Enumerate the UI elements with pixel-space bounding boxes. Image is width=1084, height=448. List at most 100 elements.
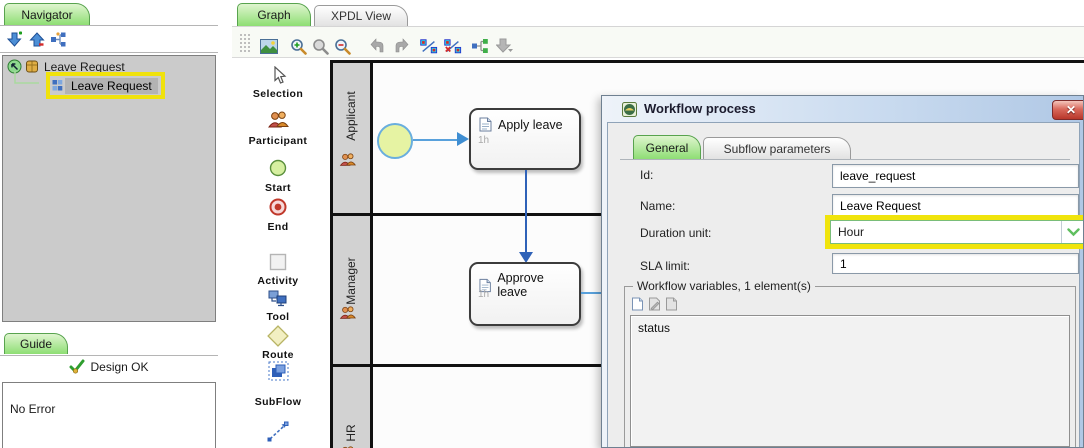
activity-node-approve-leave[interactable]: Approve leave 1h bbox=[469, 262, 581, 326]
lane-label-hr[interactable]: HR bbox=[344, 373, 358, 448]
app-window: Navigator bbox=[0, 0, 1084, 448]
sla-limit-label: SLA limit: bbox=[640, 259, 690, 273]
arrowhead-right bbox=[457, 132, 469, 146]
workflow-variables-list[interactable]: status bbox=[630, 315, 1070, 447]
palette-subflow-tool[interactable] bbox=[236, 361, 320, 381]
add-child-icon[interactable] bbox=[6, 30, 24, 48]
palette-end-tool[interactable] bbox=[236, 198, 320, 216]
sla-limit-field[interactable]: 1 bbox=[832, 253, 1079, 274]
activity-label: Apply leave bbox=[498, 118, 563, 132]
dialog-tab-subflow-label: Subflow parameters bbox=[724, 142, 831, 156]
subflow-icon bbox=[268, 361, 289, 381]
dialog-app-icon bbox=[622, 102, 637, 117]
palette-selection-tool[interactable] bbox=[236, 66, 320, 85]
transition-arrow-icon bbox=[266, 421, 290, 443]
palette-transition-tool[interactable] bbox=[236, 421, 320, 443]
tree-layout-icon bbox=[471, 38, 489, 54]
undo-arrow-icon bbox=[370, 38, 387, 55]
route-diamond-icon bbox=[266, 324, 290, 348]
dropdown-button[interactable] bbox=[1061, 221, 1084, 243]
edit-variable-icon[interactable] bbox=[648, 297, 661, 311]
activity-node-apply-leave[interactable]: Apply leave 1h bbox=[469, 108, 581, 170]
lane-participant-icon bbox=[339, 306, 356, 320]
magnifier-plus-icon bbox=[290, 38, 307, 55]
palette-activity-tool[interactable] bbox=[236, 253, 320, 271]
guide-tab-label: Guide bbox=[20, 337, 52, 351]
palette-tool-label: Tool bbox=[232, 311, 324, 323]
start-event-node[interactable] bbox=[377, 123, 413, 159]
tool-computers-icon bbox=[268, 289, 288, 307]
activity-square-icon bbox=[269, 253, 287, 271]
tree-child-item[interactable]: Leave Request bbox=[65, 78, 158, 94]
remove-item-icon[interactable] bbox=[27, 30, 45, 48]
navigator-tab[interactable]: Navigator bbox=[4, 3, 90, 25]
layout-tree-icon[interactable] bbox=[471, 37, 489, 55]
name-value: Leave Request bbox=[840, 199, 921, 213]
nodes-link-icon bbox=[420, 38, 438, 55]
palette-tool-tool[interactable] bbox=[236, 289, 320, 307]
id-field[interactable]: leave_request bbox=[832, 164, 1079, 188]
id-value: leave_request bbox=[840, 169, 915, 183]
end-circle-icon bbox=[269, 198, 287, 216]
divider bbox=[0, 355, 218, 356]
sla-limit-value: 1 bbox=[840, 257, 847, 271]
close-button[interactable]: ✕ bbox=[1052, 100, 1084, 120]
nodes-unlink-icon bbox=[444, 38, 462, 55]
transition-apply-approve[interactable] bbox=[525, 170, 527, 253]
palette-start-label: Start bbox=[232, 182, 324, 194]
activity-duration: 1h bbox=[478, 289, 489, 300]
tab-xpdl-label: XPDL View bbox=[331, 9, 391, 23]
toolbar-drag-handle[interactable] bbox=[239, 33, 252, 53]
cursor-icon bbox=[270, 66, 287, 85]
tab-graph-label: Graph bbox=[257, 8, 290, 22]
export-flow-icon[interactable] bbox=[496, 37, 514, 55]
activity-duration: 1h bbox=[478, 135, 489, 146]
undo-icon[interactable] bbox=[369, 37, 387, 55]
design-status: Design OK bbox=[0, 359, 218, 374]
palette-activity-label: Activity bbox=[232, 275, 324, 287]
redo-icon[interactable] bbox=[391, 37, 409, 55]
dialog-tab-general[interactable]: General bbox=[633, 135, 701, 159]
delete-variable-icon[interactable] bbox=[665, 297, 678, 311]
tree-structure-icon bbox=[50, 31, 67, 48]
transition-start-apply[interactable] bbox=[413, 139, 458, 141]
guide-message: No Error bbox=[10, 402, 55, 416]
dialog-tab-subflow[interactable]: Subflow parameters bbox=[703, 137, 851, 159]
new-variable-icon[interactable] bbox=[631, 297, 644, 311]
subprocess-icon bbox=[52, 79, 63, 92]
lane-participant-icon bbox=[339, 153, 356, 167]
design-status-text: Design OK bbox=[90, 360, 148, 374]
zoom-reset-icon[interactable] bbox=[311, 37, 329, 55]
transition-approve-out[interactable] bbox=[581, 292, 603, 294]
zoom-in-icon[interactable] bbox=[289, 37, 307, 55]
name-label: Name: bbox=[640, 199, 675, 213]
palette-start-tool[interactable] bbox=[236, 159, 320, 177]
tab-graph[interactable]: Graph bbox=[237, 3, 311, 26]
guide-message-box: No Error bbox=[2, 382, 216, 448]
lane-label-manager[interactable]: Manager bbox=[344, 221, 358, 341]
graph-toolbar bbox=[232, 26, 1084, 58]
export-image-icon[interactable] bbox=[260, 37, 278, 55]
hierarchy-icon[interactable] bbox=[49, 30, 67, 48]
tab-pane-border bbox=[620, 159, 1070, 160]
id-label: Id: bbox=[640, 168, 653, 182]
dialog-title: Workflow process bbox=[644, 101, 756, 116]
dialog-tab-general-label: General bbox=[646, 141, 689, 155]
show-links-icon[interactable] bbox=[420, 37, 438, 55]
palette-participant-tool[interactable] bbox=[236, 111, 320, 129]
hide-links-icon[interactable] bbox=[444, 37, 462, 55]
tab-xpdl-view[interactable]: XPDL View bbox=[314, 5, 408, 26]
duration-unit-select[interactable]: Hour bbox=[830, 220, 1084, 244]
arrow-up-minus-icon bbox=[28, 31, 45, 48]
duration-unit-label: Duration unit: bbox=[640, 226, 711, 240]
zoom-out-icon[interactable] bbox=[333, 37, 351, 55]
guide-tab[interactable]: Guide bbox=[4, 333, 68, 354]
navigator-tab-label: Navigator bbox=[21, 8, 72, 22]
navigator-tree: Leave Request Leave Request bbox=[2, 55, 216, 322]
palette-route-tool[interactable] bbox=[236, 324, 320, 348]
palette-subflow-label: SubFlow bbox=[232, 396, 324, 408]
palette-participant-label: Participant bbox=[232, 135, 324, 147]
highlight-box-tree-item: Leave Request bbox=[46, 72, 165, 99]
variable-item[interactable]: status bbox=[638, 321, 670, 335]
check-icon bbox=[69, 359, 85, 374]
